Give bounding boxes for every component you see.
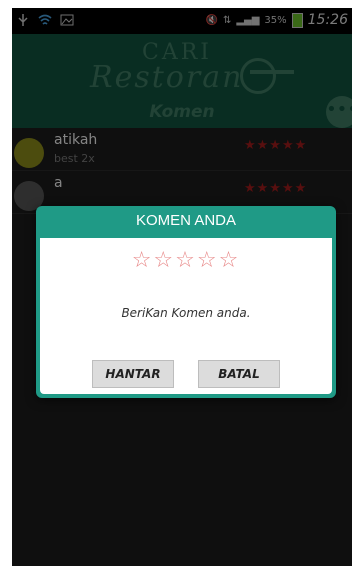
dialog-body: ☆☆☆☆☆ BeriKan Komen anda. HANTAR BATAL bbox=[40, 238, 332, 394]
send-button[interactable]: HANTAR bbox=[92, 360, 174, 388]
comment-dialog: KOMEN ANDA ☆☆☆☆☆ BeriKan Komen anda. HAN… bbox=[36, 206, 336, 398]
phone-screen: 🔇 ⇅ ▂▄▆ 35% 15:26 CARI Restoran Komen ••… bbox=[12, 8, 352, 566]
cancel-button[interactable]: BATAL bbox=[198, 360, 280, 388]
dialog-title: KOMEN ANDA bbox=[135, 212, 237, 229]
rating-input[interactable]: ☆☆☆☆☆ bbox=[40, 248, 332, 273]
comment-prompt[interactable]: BeriKan Komen anda. bbox=[40, 306, 332, 320]
